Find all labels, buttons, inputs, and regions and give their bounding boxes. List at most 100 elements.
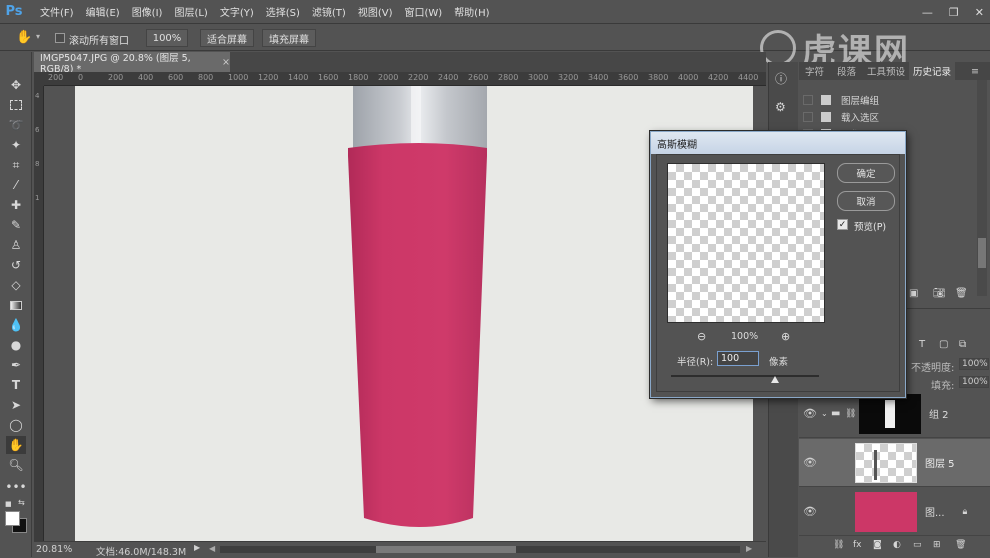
ok-button[interactable]: 确定: [837, 163, 895, 183]
menu-select[interactable]: 选择(S): [260, 4, 306, 19]
brush-tool-icon[interactable]: ✎: [6, 216, 26, 234]
link-layers-icon[interactable]: ⛓︎: [833, 540, 844, 550]
marquee-tool-icon[interactable]: [6, 96, 26, 114]
visibility-eye-icon[interactable]: 👁︎: [799, 407, 821, 420]
blur-preview-area[interactable]: [667, 163, 825, 323]
adjustment-layer-icon[interactable]: ◐: [893, 540, 901, 550]
ellipse-tool-icon[interactable]: ◯: [6, 416, 26, 434]
layer-row-background[interactable]: 👁︎ 图... 🔒︎: [799, 488, 990, 536]
more-tools-icon[interactable]: •••: [5, 478, 26, 496]
zoom-in-icon[interactable]: ⊕: [781, 330, 790, 343]
menu-help[interactable]: 帮助(H): [448, 4, 495, 19]
properties-icon[interactable]: ⚙: [775, 100, 786, 114]
magic-wand-tool-icon[interactable]: ✦: [6, 136, 26, 154]
close-window-icon[interactable]: ✕: [975, 6, 984, 19]
new-snapshot-icon[interactable]: 📷︎: [933, 288, 946, 299]
new-document-icon[interactable]: ▣: [909, 288, 918, 299]
path-selection-tool-icon[interactable]: ➤: [6, 396, 26, 414]
menu-window[interactable]: 窗口(W): [398, 4, 448, 19]
zoom-100-button[interactable]: 100%: [146, 29, 188, 47]
lasso-tool-icon[interactable]: ➰: [6, 116, 26, 134]
fill-screen-button[interactable]: 填充屏幕: [262, 29, 316, 47]
expand-chevron-icon[interactable]: ⌄: [821, 409, 831, 418]
document-tab[interactable]: IMGP5047.JPG @ 20.8% (图层 5, RGB/8) * ×: [34, 52, 230, 75]
type-filter-icon[interactable]: T: [919, 339, 925, 350]
menu-view[interactable]: 视图(V): [352, 4, 399, 19]
scroll-left-icon[interactable]: ◀: [209, 544, 215, 553]
smart-filter-icon[interactable]: ⧉: [959, 339, 966, 350]
menu-image[interactable]: 图像(I): [126, 4, 169, 19]
history-brush-tool-icon[interactable]: ↺: [6, 256, 26, 274]
move-tool-icon[interactable]: ✥: [6, 76, 26, 94]
fx-icon[interactable]: fx: [853, 540, 862, 550]
radius-slider-thumb[interactable]: [770, 376, 779, 383]
vertical-ruler[interactable]: 4 6 8 1: [34, 86, 44, 541]
foreground-color-swatch[interactable]: [5, 511, 20, 526]
tool-preset-chevron-icon[interactable]: ▾: [36, 32, 40, 41]
delete-layer-icon[interactable]: 🗑︎: [955, 540, 966, 550]
group-mask-thumbnail[interactable]: [859, 393, 921, 434]
layer-thumbnail[interactable]: [855, 491, 917, 532]
preview-checkbox[interactable]: ✓: [837, 219, 848, 230]
new-group-icon[interactable]: ▭: [913, 540, 922, 550]
tab-tool-presets[interactable]: 工具预设: [867, 62, 905, 80]
history-scrollbar-thumb[interactable]: [978, 238, 986, 268]
horizontal-scrollbar[interactable]: [220, 546, 740, 553]
gradient-tool-icon[interactable]: [6, 296, 26, 314]
tab-close-icon[interactable]: ×: [222, 57, 230, 68]
visibility-eye-icon[interactable]: 👁︎: [799, 505, 821, 518]
info-icon[interactable]: ⓘ: [775, 70, 787, 87]
default-colors-icon[interactable]: ■: [5, 500, 13, 508]
crop-tool-icon[interactable]: ⌗: [6, 156, 26, 174]
menu-file[interactable]: 文件(F): [34, 4, 80, 19]
new-layer-icon[interactable]: ⊞: [933, 540, 941, 550]
zoom-level[interactable]: 20.81%: [36, 544, 72, 555]
blur-tool-icon[interactable]: 💧: [6, 316, 26, 334]
radius-slider-track[interactable]: [671, 375, 819, 377]
tab-paragraph[interactable]: 段落: [837, 62, 856, 80]
swap-colors-icon[interactable]: ⇆: [18, 498, 25, 507]
history-item[interactable]: 图层编组: [799, 92, 975, 108]
layer-row-selected[interactable]: 👁︎ 图层 5: [799, 439, 990, 487]
horizontal-ruler[interactable]: 200 0 200 400 600 800 1000 1200 1400 1600 1800 2000…: [44, 72, 766, 86]
zoom-out-icon[interactable]: ⊖: [697, 330, 706, 343]
panel-menu-icon[interactable]: ≡: [971, 62, 979, 80]
add-mask-icon[interactable]: ◙: [873, 540, 882, 550]
tab-character[interactable]: 字符: [805, 62, 824, 80]
opacity-input[interactable]: 100%: [959, 358, 989, 370]
minimize-icon[interactable]: —: [922, 6, 933, 19]
ruler-origin[interactable]: [34, 72, 44, 86]
fit-screen-button[interactable]: 适合屏幕: [200, 29, 254, 47]
history-brush-source-icon[interactable]: [803, 95, 813, 105]
scroll-right-icon[interactable]: ▶: [746, 544, 752, 553]
healing-brush-tool-icon[interactable]: ✚: [6, 196, 26, 214]
type-tool-icon[interactable]: T: [6, 376, 26, 394]
delete-history-icon[interactable]: 🗑︎: [955, 288, 968, 299]
visibility-eye-icon[interactable]: 👁︎: [799, 456, 821, 469]
dodge-tool-icon[interactable]: ●: [6, 336, 26, 354]
restore-icon[interactable]: ❐: [949, 6, 959, 19]
menu-filter[interactable]: 滤镜(T): [306, 4, 352, 19]
eraser-tool-icon[interactable]: ◇: [6, 276, 26, 294]
shape-filter-icon[interactable]: ▢: [939, 339, 948, 350]
zoom-tool-icon[interactable]: 🔍︎: [6, 456, 26, 474]
menu-layer[interactable]: 图层(L): [168, 4, 213, 19]
fill-input[interactable]: 100%: [959, 376, 989, 388]
scrollbar-thumb[interactable]: [376, 546, 516, 553]
history-item[interactable]: 载入选区: [799, 109, 975, 125]
history-scrollbar[interactable]: [977, 80, 987, 296]
history-brush-source-icon[interactable]: [803, 112, 813, 122]
menu-edit[interactable]: 编辑(E): [80, 4, 126, 19]
hand-tool-icon[interactable]: ✋: [6, 436, 26, 454]
clone-stamp-tool-icon[interactable]: ♙: [6, 236, 26, 254]
tab-history[interactable]: 历史记录: [909, 62, 956, 80]
menu-type[interactable]: 文字(Y): [214, 4, 260, 19]
status-menu-arrow-icon[interactable]: ▶: [194, 543, 200, 552]
radius-input[interactable]: 100: [717, 351, 759, 366]
layer-thumbnail[interactable]: [855, 442, 917, 483]
pen-tool-icon[interactable]: ✒: [6, 356, 26, 374]
dialog-title-bar[interactable]: 高斯模糊: [651, 132, 905, 154]
cancel-button[interactable]: 取消: [837, 191, 895, 211]
scroll-all-checkbox[interactable]: [55, 33, 65, 43]
eyedropper-tool-icon[interactable]: ⁄: [6, 176, 26, 194]
